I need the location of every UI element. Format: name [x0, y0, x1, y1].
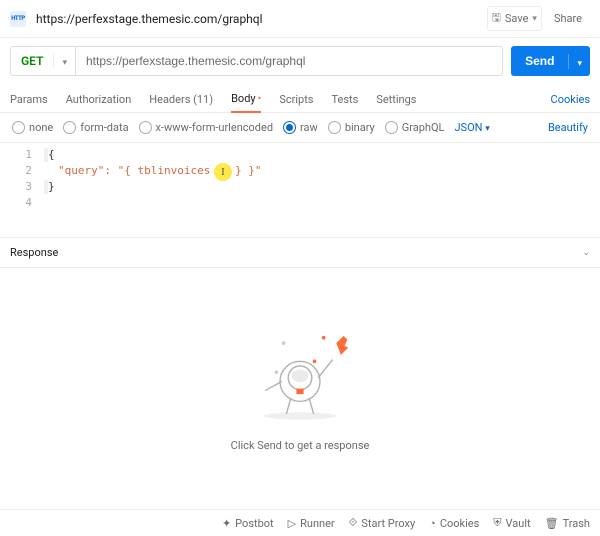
code-text: "query": "{ tblinvoices [58, 164, 217, 177]
response-panel-header: Response ⌄ [0, 238, 600, 268]
radio-urlencoded[interactable]: x-www-form-urlencoded [139, 121, 274, 134]
footer-start-proxy[interactable]: ⟐Start Proxy [349, 516, 416, 530]
tab-params[interactable]: Params [10, 87, 48, 112]
save-button-group[interactable]: 🖫 Save ▾ [487, 6, 542, 31]
tab-tests[interactable]: Tests [331, 87, 358, 112]
beautify-link[interactable]: Beautify [548, 121, 588, 134]
url-input[interactable] [76, 46, 503, 76]
body-format-select[interactable]: JSON ▾ [454, 121, 489, 134]
tab-headers[interactable]: Headers (11) [149, 87, 213, 112]
send-chevron-down-icon[interactable]: ▾ [568, 54, 590, 69]
postbot-icon: ✦ [222, 517, 231, 530]
radio-none[interactable]: none [12, 121, 53, 134]
response-hint: Click Send to get a response [231, 439, 370, 452]
footer-trash[interactable]: 🗑Trash [545, 517, 590, 530]
radio-binary[interactable]: binary [328, 121, 375, 134]
code-editor[interactable]: 1 2 3 4 { "query": "{ tblinvoices I } }"… [0, 143, 600, 238]
cookie-icon: ◔ [429, 517, 436, 530]
trash-icon: 🗑 [545, 517, 559, 530]
response-title: Response [10, 246, 58, 259]
http-badge-icon: HTTP [10, 11, 26, 27]
request-tabs: Params Authorization Headers (11) Body• … [0, 84, 600, 113]
response-chevron-down-icon[interactable]: ⌄ [582, 248, 590, 258]
radio-form-data[interactable]: form-data [63, 121, 128, 134]
method-select-group[interactable]: GET ▾ [10, 46, 76, 76]
save-icon: 🖫 [492, 9, 501, 28]
proxy-icon: ⟐ [349, 516, 358, 530]
save-chevron-down-icon[interactable]: ▾ [532, 14, 537, 24]
astronaut-illustration-icon [235, 325, 365, 425]
status-bar: ✦Postbot ▷Runner ⟐Start Proxy ◔Cookies ⛨… [0, 509, 600, 536]
header-actions: 🖫 Save ▾ Share [487, 6, 590, 31]
share-button[interactable]: Share [546, 9, 590, 28]
footer-postbot[interactable]: ✦Postbot [222, 517, 274, 530]
save-label: Save [505, 12, 529, 25]
tab-body[interactable]: Body• [231, 86, 261, 113]
method-select[interactable]: GET [11, 54, 53, 68]
footer-cookies[interactable]: ◔Cookies [429, 517, 479, 530]
vault-icon: ⛨ [493, 516, 501, 530]
editor-gutter: 1 2 3 4 [0, 143, 38, 237]
body-options-row: none form-data x-www-form-urlencoded raw… [0, 113, 600, 143]
runner-icon: ▷ [288, 517, 296, 530]
send-button[interactable]: Send ▾ [511, 46, 590, 76]
radio-graphql[interactable]: GraphQL [385, 121, 445, 134]
tab-settings[interactable]: Settings [376, 87, 416, 112]
tab-scripts[interactable]: Scripts [279, 87, 313, 112]
radio-raw[interactable]: raw [283, 121, 318, 134]
method-chevron-down-icon[interactable]: ▾ [53, 54, 75, 68]
request-row: GET ▾ Send ▾ [0, 38, 600, 84]
send-label: Send [511, 54, 568, 68]
body-dirty-dot-icon: • [258, 92, 262, 105]
header-bar: HTTP https://perfexstage.themesic.com/gr… [0, 0, 600, 38]
footer-runner[interactable]: ▷Runner [288, 517, 335, 530]
tab-authorization[interactable]: Authorization [66, 87, 132, 112]
header-url: https://perfexstage.themesic.com/graphql [34, 12, 479, 26]
footer-vault[interactable]: ⛨Vault [493, 516, 530, 530]
editor-code[interactable]: { "query": "{ tblinvoices I } }" } [38, 143, 600, 237]
cookies-link[interactable]: Cookies [551, 93, 590, 106]
response-panel-body: Click Send to get a response [0, 268, 600, 509]
